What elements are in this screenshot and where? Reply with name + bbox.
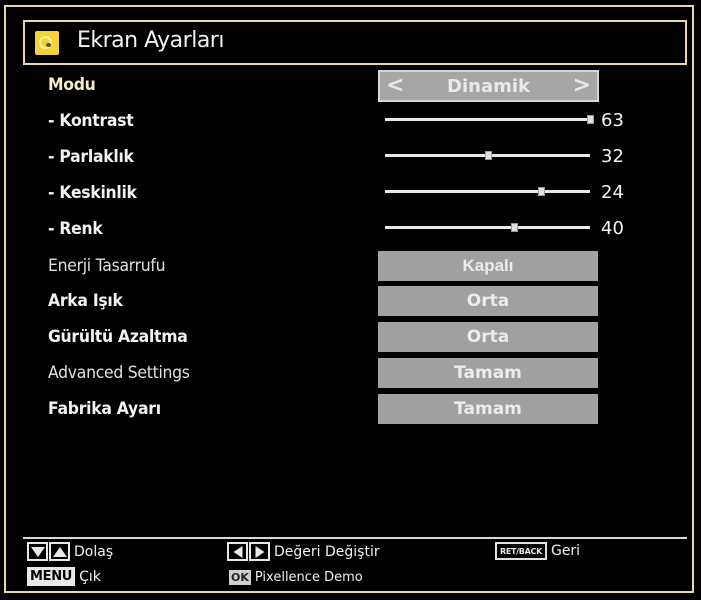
page-title: Ekran Ayarları [77,28,224,53]
mode-label[interactable]: Modu [48,75,96,95]
arrow-up-key-icon [49,542,70,561]
slider-value-contrast: 63 [601,110,624,131]
option-label-factory-reset[interactable]: Fabrika Ayarı [48,399,161,419]
option-value-noise-reduction[interactable]: Orta [378,322,598,352]
help-back-label: Geri [550,543,581,559]
slider-thumb[interactable] [587,115,594,124]
help-change-value: Değeri Değiştir [227,542,380,561]
slider-label-sharpness[interactable]: - Keskinlik [48,183,137,203]
slider-label-brightness[interactable]: - Parlaklık [48,147,134,167]
mode-selector[interactable]: < Dinamik > [378,70,599,102]
slider-label-contrast[interactable]: - Kontrast [48,111,134,131]
slider-thumb[interactable] [484,151,492,160]
mode-value: Dinamik [447,76,530,97]
option-label-noise-reduction[interactable]: Gürültü Azaltma [48,327,188,347]
help-navigate: Dolaş [27,542,113,561]
slider-sharpness[interactable] [385,187,590,196]
option-label-advanced-settings[interactable]: Advanced Settings [48,363,190,383]
option-value-energy-saving[interactable]: Kapalı [378,251,598,281]
help-navigate-label: Dolaş [74,543,114,560]
help-exit: MENU Çık [27,567,101,586]
option-value-factory-reset[interactable]: Tamam [378,394,598,424]
menu-key-icon: MENU [27,567,76,586]
slider-value-brightness: 32 [601,146,624,167]
slider-color[interactable] [385,223,590,232]
arrow-left-key-icon [227,542,248,561]
slider-brightness[interactable] [385,151,590,160]
picture-settings-icon [35,31,59,55]
slider-value-color: 40 [601,218,624,239]
option-value-backlight[interactable]: Orta [378,286,598,316]
arrow-right-key-icon [249,542,270,561]
help-back: RET/BACK Geri [495,542,580,560]
menu-header: Ekran Ayarları [23,20,687,65]
help-divider [23,537,687,539]
arrow-down-key-icon [27,542,48,561]
help-change-value-label: Değeri Değiştir [274,543,380,560]
chevron-right-icon[interactable]: > [573,73,591,98]
help-demo-label: Pixellence Demo [254,570,363,585]
slider-contrast[interactable] [385,115,594,124]
help-exit-label: Çık [79,568,101,585]
option-label-energy-saving[interactable]: Enerji Tasarrufu [48,256,166,276]
help-demo: OK Pixellence Demo [229,570,363,585]
option-value-advanced-settings[interactable]: Tamam [378,358,598,388]
slider-value-sharpness: 24 [601,182,624,203]
slider-label-color[interactable]: - Renk [48,219,103,239]
ok-key-icon: OK [229,570,251,585]
option-label-backlight[interactable]: Arka Işık [48,291,123,311]
ret-back-key-icon: RET/BACK [495,542,547,560]
slider-thumb[interactable] [537,187,545,196]
slider-thumb[interactable] [511,223,519,232]
